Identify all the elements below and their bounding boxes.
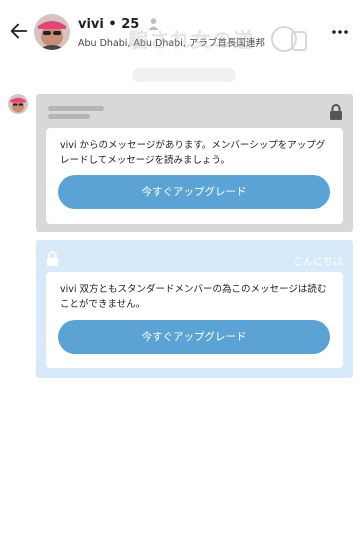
person-icon	[148, 18, 159, 30]
own-message-notice-text: vivi 双方ともスタンダードメンバーの為このメッセージは読むことができません。	[60, 284, 327, 310]
own-message-bubble: こんにちは vivi 双方ともスタンダードメンバーの為このメッセージは読むことが…	[36, 240, 353, 378]
profile-avatar[interactable]	[34, 14, 70, 50]
sender-avatar-photo	[8, 94, 28, 114]
date-divider	[132, 68, 236, 82]
blurred-text-line	[48, 114, 90, 119]
arrow-left-icon	[10, 23, 28, 39]
more-dots-icon	[332, 30, 348, 34]
locked-message-bubble: vivi からのメッセージがあります。メンバーシップをアップグレードしてメッセー…	[36, 94, 353, 232]
chat-header: vivi • 25 Abu Dhabi, Abu Dhabi, アラブ首長国連邦…	[0, 0, 360, 62]
avatar-photo	[34, 14, 70, 50]
upgrade-prompt-card: vivi からのメッセージがあります。メンバーシップをアップグレードしてメッセー…	[46, 128, 343, 224]
more-options-button[interactable]	[330, 22, 350, 42]
lock-icon	[46, 251, 59, 266]
watermark-logo-icon	[271, 26, 307, 52]
greeting-text: こんにちは	[293, 257, 343, 268]
profile-name-age[interactable]: vivi • 25	[78, 16, 159, 32]
upgrade-now-button[interactable]: 今すぐアップグレード	[58, 175, 330, 209]
back-button[interactable]	[8, 20, 30, 42]
sender-avatar[interactable]	[8, 94, 28, 114]
blurred-text-line	[48, 106, 104, 111]
locked-message-text: vivi からのメッセージがあります。メンバーシップをアップグレードしてメッセー…	[60, 140, 326, 166]
profile-location: Abu Dhabi, Abu Dhabi, アラブ首長国連邦	[78, 38, 265, 49]
lock-icon	[330, 104, 342, 120]
name-age-text: vivi • 25	[78, 17, 140, 32]
standard-member-notice-card: vivi 双方ともスタンダードメンバーの為このメッセージは読むことができません。…	[46, 272, 343, 368]
upgrade-now-button[interactable]: 今すぐアップグレード	[58, 320, 330, 354]
